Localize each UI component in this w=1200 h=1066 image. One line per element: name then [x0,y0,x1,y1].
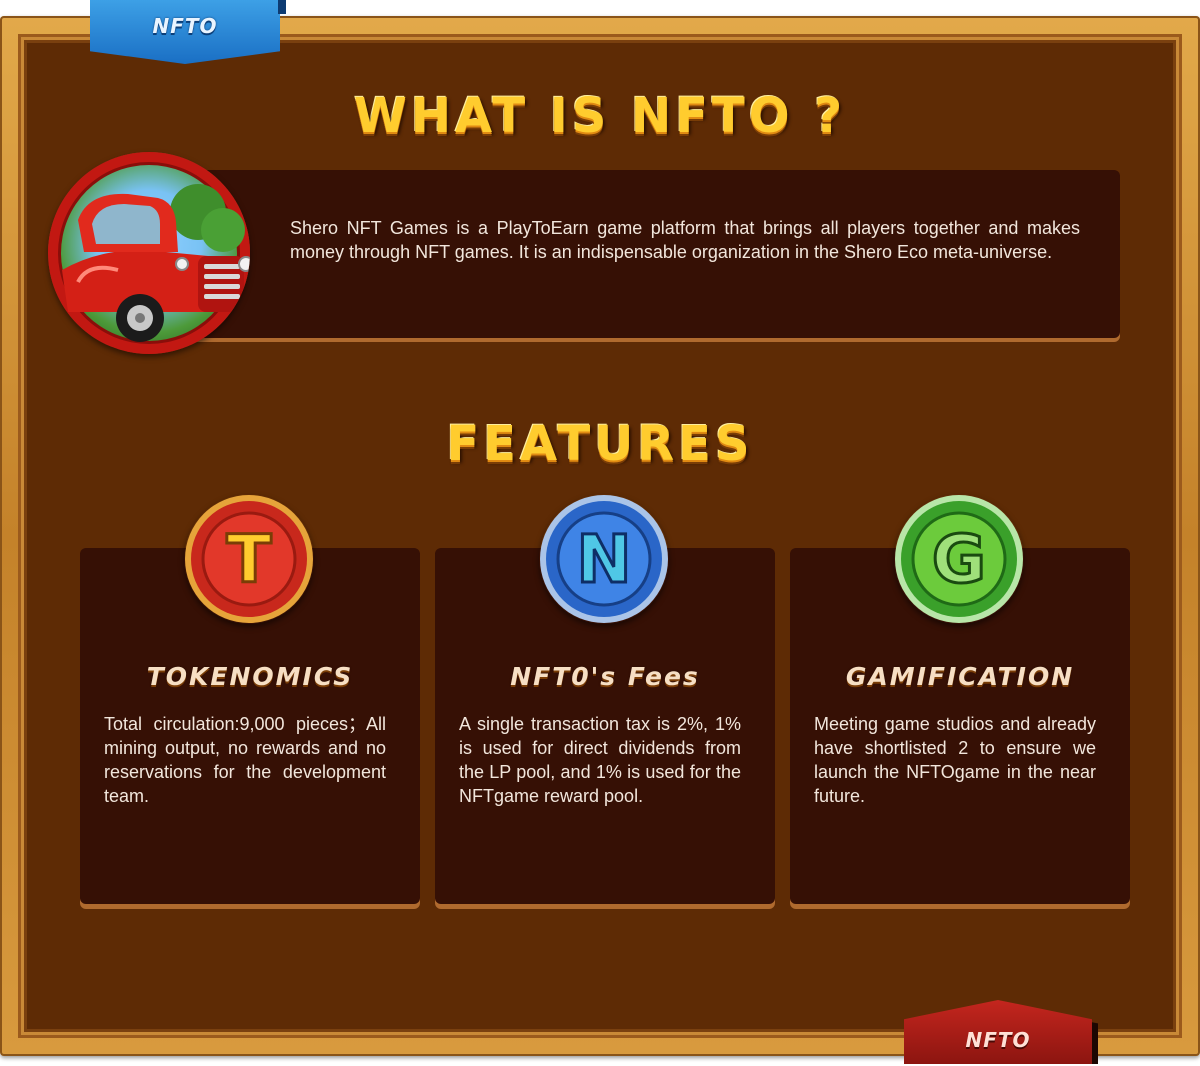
intro-text: Shero NFT Games is a PlayToEarn game pla… [290,218,1080,262]
coin-letter: N [576,521,631,598]
coin-letter: T [226,521,271,598]
ribbon-fold [278,0,286,14]
red-truck-icon [48,152,250,354]
ribbon-label: NFTO [965,1028,1031,1052]
ribbon-label: NFTO [152,14,218,38]
nfto-ribbon-bottom[interactable]: NFTO [904,1000,1098,1066]
card-text: Meeting game studios and already have sh… [814,714,1096,806]
card-text: Total circulation:9,000 pieces；All minin… [104,714,386,806]
truck-illustration [62,184,250,342]
coin-letter: G [932,521,986,598]
card-text: A single transaction tax is 2%, 1% is us… [459,714,741,806]
intro-panel: Shero NFT Games is a PlayToEarn game pla… [190,170,1120,338]
n-coin-icon: N [539,494,669,624]
what-is-nfto-heading: WHAT IS NFTO ? [353,88,847,144]
card-title: NFT0's Fees [510,662,700,691]
card-title: GAMIFICATION [845,662,1075,691]
t-coin-icon: T [184,494,314,624]
g-coin-icon: G [894,494,1024,624]
features-heading: FEATURES [446,416,754,472]
card-title: TOKENOMICS [146,662,354,691]
nfto-ribbon-top[interactable]: NFTO [90,0,286,64]
